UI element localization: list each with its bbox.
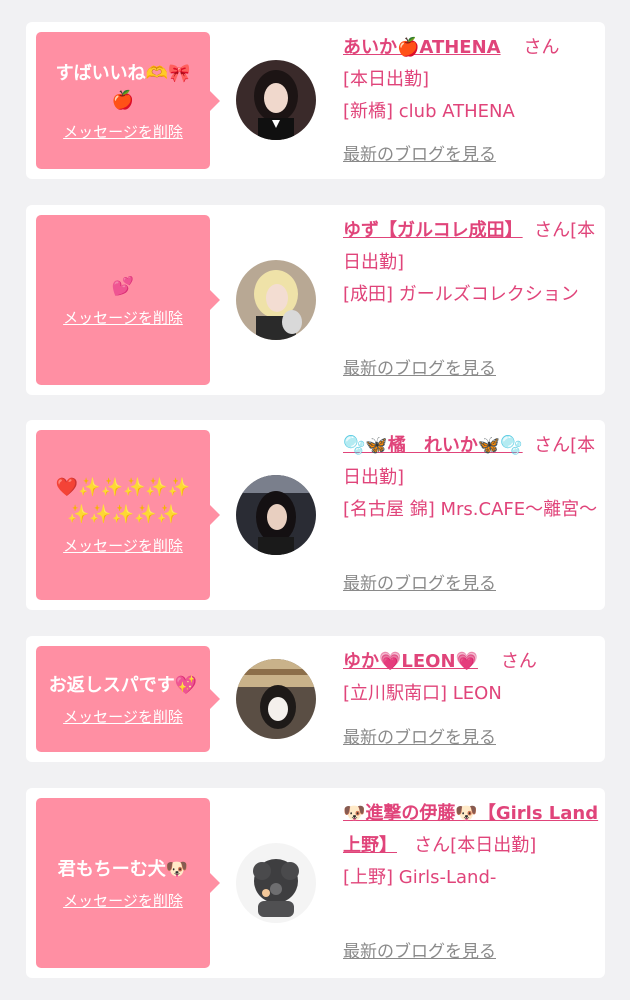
message-card: 君もちーむ犬🐶 メッセージを削除 🐶進撃の伊藤🐶【Girls Land上野】 さ… bbox=[26, 788, 605, 978]
avatar[interactable] bbox=[236, 260, 316, 340]
delete-message-link[interactable]: メッセージを削除 bbox=[63, 707, 183, 727]
cast-name-link[interactable]: 🫧🦋橘 れいか🦋🫧 bbox=[343, 435, 523, 456]
cast-info: あいか🍎ATHENA さん [本日出勤] [新橋] club ATHENA bbox=[343, 32, 599, 128]
delete-message-link[interactable]: メッセージを削除 bbox=[63, 891, 183, 911]
avatar-photo bbox=[236, 475, 316, 555]
avatar[interactable] bbox=[236, 60, 316, 140]
latest-blog-link[interactable]: 最新のブログを見る bbox=[343, 144, 496, 166]
honorific: さん bbox=[534, 435, 571, 456]
delete-message-link[interactable]: メッセージを削除 bbox=[63, 536, 183, 556]
cast-name-link[interactable]: あいか🍎ATHENA bbox=[343, 37, 501, 58]
honorific: さん bbox=[500, 651, 537, 672]
cast-name-link[interactable]: ゆず【ガルコレ成田】 bbox=[343, 220, 523, 241]
latest-blog-link[interactable]: 最新のブログを見る bbox=[343, 727, 496, 749]
avatar[interactable] bbox=[236, 843, 316, 923]
cast-name-link[interactable]: ゆか💗LEON💗 bbox=[343, 651, 478, 672]
message-text: お返しスパです💖 bbox=[48, 674, 198, 696]
cast-info: ゆず【ガルコレ成田】 さん[本日出勤] [成田] ガールズコレクション bbox=[343, 215, 599, 311]
honorific: さん bbox=[534, 220, 571, 241]
message-card: 💕 メッセージを削除 ゆず【ガルコレ成田】 さん[本日出勤] [成田] ガールズ… bbox=[26, 205, 605, 395]
avatar-photo bbox=[236, 260, 316, 340]
message-card: すばいいね🫶🎀🍎 メッセージを削除 あいか🍎ATHENA さん [本日出勤] [… bbox=[26, 22, 605, 179]
shop-location: [成田] ガールズコレクション bbox=[343, 284, 579, 305]
message-bubble: 💕 メッセージを削除 bbox=[36, 215, 220, 385]
shop-location: [立川駅南口] LEON bbox=[343, 683, 502, 704]
cast-info: 🐶進撃の伊藤🐶【Girls Land上野】 さん[本日出勤] [上野] Girl… bbox=[343, 798, 599, 894]
message-bubble: ❤️✨✨✨✨✨✨✨✨✨✨ メッセージを削除 bbox=[36, 430, 220, 600]
cast-info: ゆか💗LEON💗 さん [立川駅南口] LEON bbox=[343, 646, 599, 710]
honorific: さん bbox=[414, 835, 451, 856]
avatar-photo bbox=[236, 659, 316, 739]
work-status: [本日出勤] bbox=[343, 69, 430, 90]
message-bubble: すばいいね🫶🎀🍎 メッセージを削除 bbox=[36, 32, 220, 169]
avatar[interactable] bbox=[236, 475, 316, 555]
delete-message-link[interactable]: メッセージを削除 bbox=[63, 308, 183, 328]
shop-location: [新橋] club ATHENA bbox=[343, 101, 515, 122]
delete-message-link[interactable]: メッセージを削除 bbox=[63, 122, 183, 142]
message-text: 💕 bbox=[111, 275, 135, 297]
latest-blog-link[interactable]: 最新のブログを見る bbox=[343, 358, 496, 380]
honorific: さん bbox=[523, 37, 560, 58]
cast-info: 🫧🦋橘 れいか🦋🫧 さん[本日出勤] [名古屋 錦] Mrs.CAFE～離宮～ bbox=[343, 430, 599, 526]
message-bubble: 君もちーむ犬🐶 メッセージを削除 bbox=[36, 798, 220, 968]
shop-location: [名古屋 錦] Mrs.CAFE～離宮～ bbox=[343, 499, 598, 520]
message-text: 君もちーむ犬🐶 bbox=[57, 858, 189, 880]
message-card: お返しスパです💖 メッセージを削除 ゆか💗LEON💗 さん [立川駅南口] LE… bbox=[26, 636, 605, 762]
received-messages-list: すばいいね🫶🎀🍎 メッセージを削除 あいか🍎ATHENA さん [本日出勤] [… bbox=[0, 0, 630, 1000]
avatar-photo bbox=[236, 60, 316, 140]
message-text: ❤️✨✨✨✨✨✨✨✨✨✨ bbox=[55, 477, 191, 525]
work-status: [本日出勤] bbox=[450, 835, 537, 856]
message-bubble: お返しスパです💖 メッセージを削除 bbox=[36, 646, 220, 752]
message-text: すばいいね🫶🎀🍎 bbox=[55, 62, 191, 111]
avatar-photo bbox=[236, 843, 316, 923]
shop-location: [上野] Girls-Land- bbox=[343, 867, 497, 888]
avatar[interactable] bbox=[236, 659, 316, 739]
latest-blog-link[interactable]: 最新のブログを見る bbox=[343, 941, 496, 963]
latest-blog-link[interactable]: 最新のブログを見る bbox=[343, 573, 496, 595]
message-card: ❤️✨✨✨✨✨✨✨✨✨✨ メッセージを削除 🫧🦋橘 れいか🦋🫧 さん[本日出勤]… bbox=[26, 420, 605, 610]
